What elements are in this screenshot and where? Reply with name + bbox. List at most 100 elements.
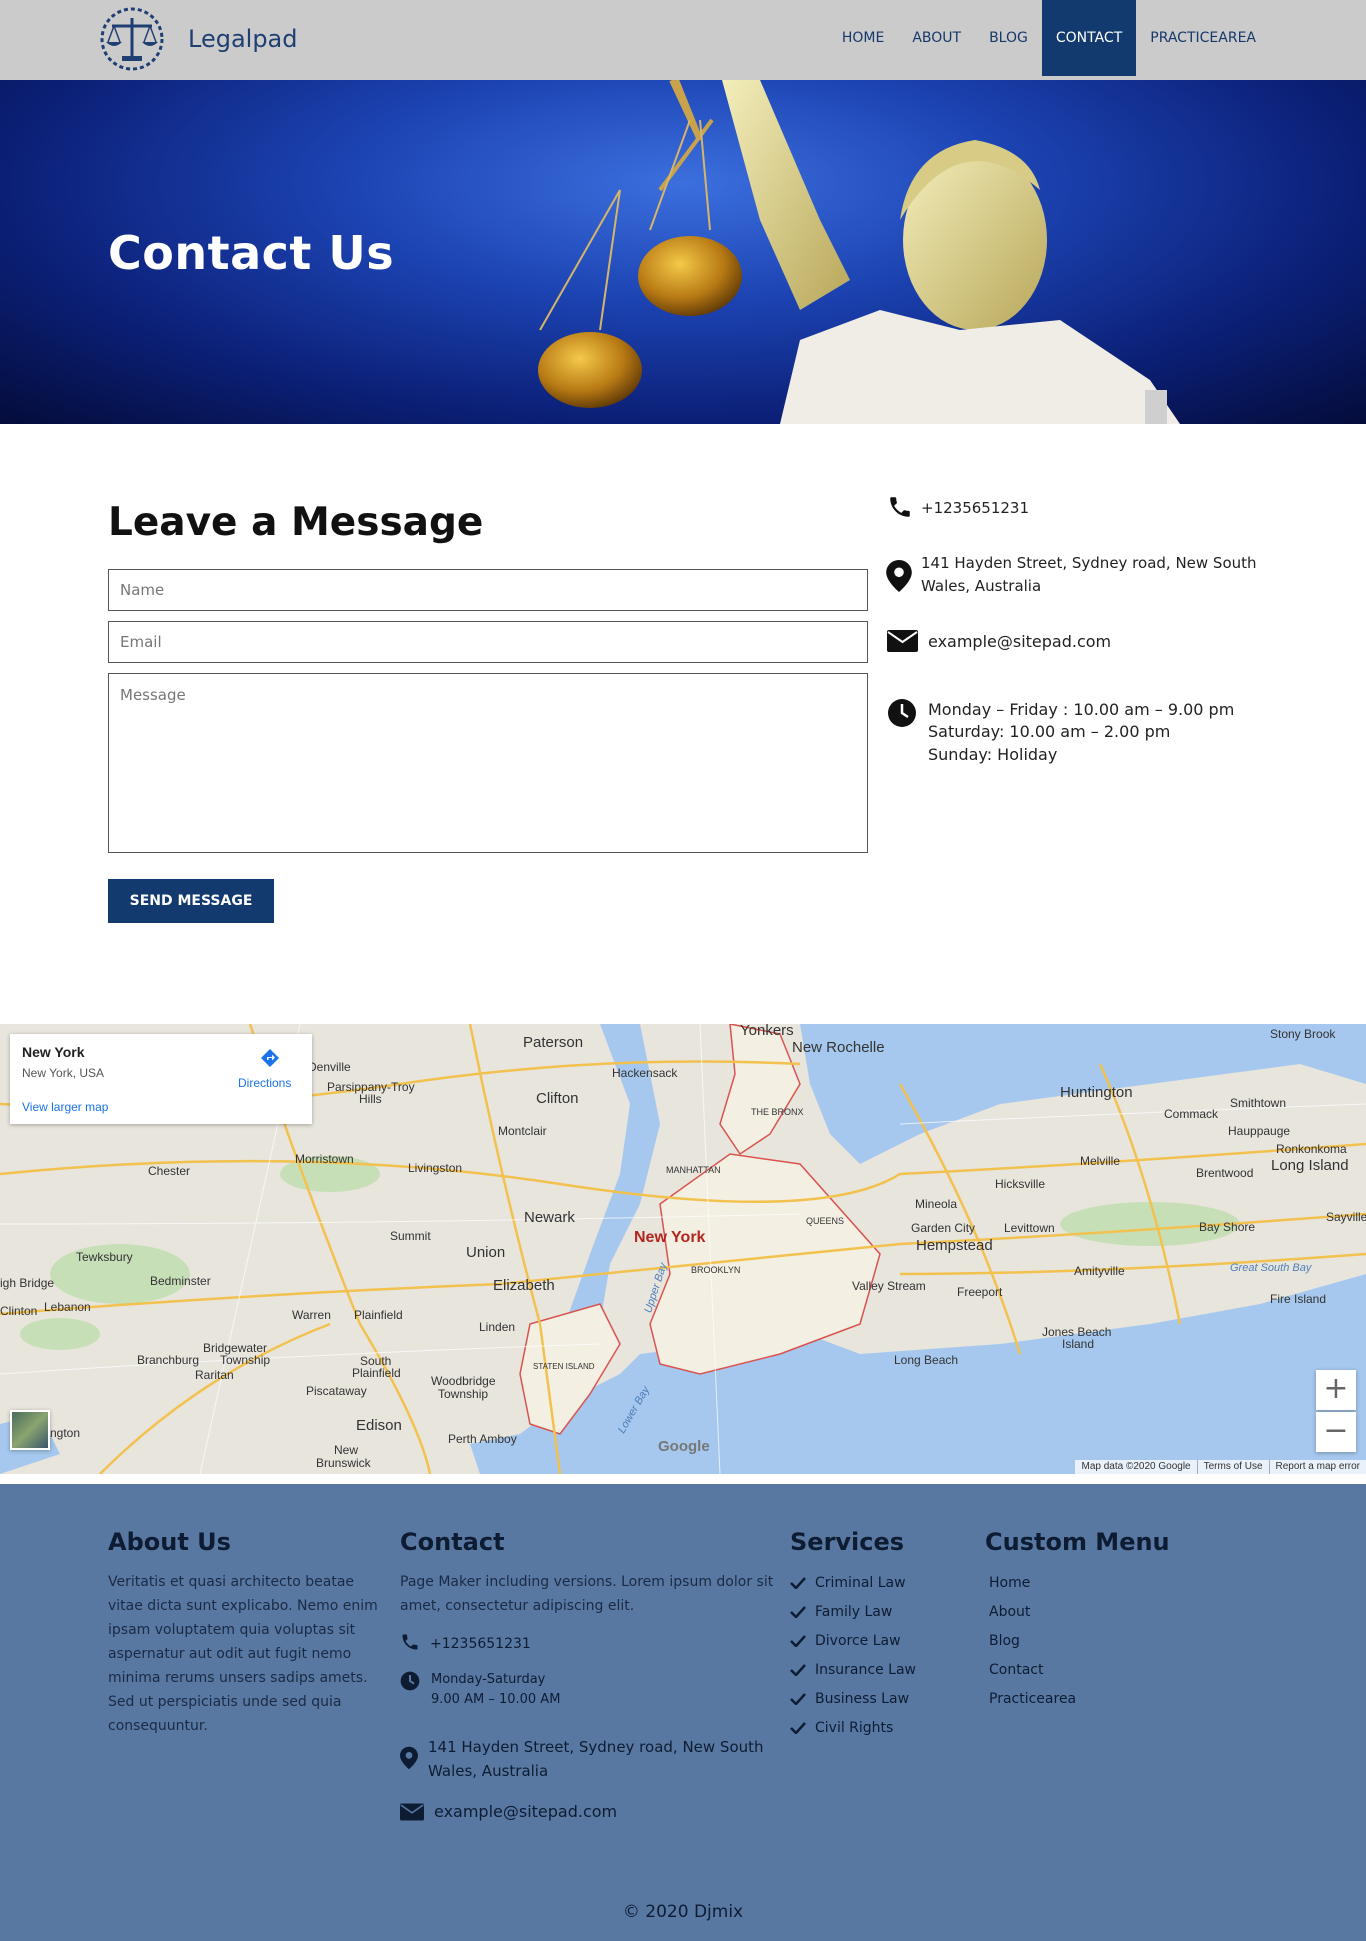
map-label-lebanon: Lebanon: [44, 1300, 91, 1314]
map-label-clifton: Clifton: [536, 1090, 579, 1107]
directions-icon[interactable]: [258, 1046, 282, 1070]
service-item[interactable]: Civil Rights: [790, 1713, 916, 1742]
google-map[interactable]: Yonkers Paterson New Rochelle Stony Broo…: [0, 1024, 1366, 1474]
check-icon: [790, 1634, 806, 1647]
nav-home[interactable]: HOME: [828, 0, 898, 76]
map-place-title: New York: [22, 1044, 85, 1060]
service-item[interactable]: Criminal Law: [790, 1568, 916, 1597]
footer-menu-practicearea[interactable]: Practicearea: [989, 1684, 1076, 1713]
service-label: Insurance Law: [815, 1661, 916, 1678]
map-label-piscataway: Piscataway: [306, 1384, 367, 1398]
footer-envelope-icon: [400, 1803, 424, 1821]
directions-link[interactable]: Directions: [238, 1076, 291, 1090]
map-label-bridgewater-2: Township: [220, 1353, 271, 1367]
check-icon: [790, 1721, 806, 1734]
footer-contact-title: Contact: [400, 1528, 505, 1556]
footer-email[interactable]: example@sitepad.com: [434, 1801, 617, 1823]
footer-menu-blog[interactable]: Blog: [989, 1626, 1076, 1655]
service-item[interactable]: Insurance Law: [790, 1655, 916, 1684]
map-label-bedminster: Bedminster: [150, 1274, 211, 1288]
email-field[interactable]: [108, 621, 868, 663]
service-item[interactable]: Divorce Law: [790, 1626, 916, 1655]
map-label-linden: Linden: [479, 1320, 516, 1334]
nav-contact[interactable]: CONTACT: [1041, 0, 1137, 76]
service-item[interactable]: Family Law: [790, 1597, 916, 1626]
map-label-stony-brook: Stony Brook: [1270, 1027, 1336, 1041]
map-label-levittown: Levittown: [1004, 1221, 1055, 1235]
map-label-raritan: Raritan: [195, 1368, 234, 1382]
map-label-brooklyn: BROOKLYN: [691, 1265, 741, 1275]
map-label-ronkonkoma: Ronkonkoma: [1276, 1142, 1347, 1156]
satellite-toggle-button[interactable]: [10, 1410, 50, 1450]
map-label-new-york: New York: [634, 1229, 706, 1246]
map-label-the-bronx: THE BRONX: [751, 1107, 804, 1117]
footer-hours-line1: Monday-Saturday: [431, 1672, 546, 1687]
map-label-great-south-bay: Great South Bay: [1230, 1262, 1312, 1274]
page-title: Contact Us: [108, 226, 395, 280]
nav-about[interactable]: ABOUT: [898, 0, 975, 76]
map-label-newark: Newark: [524, 1209, 575, 1226]
map-label-woodbridge-1: Woodbridge: [431, 1374, 496, 1388]
footer-menu-list: Home About Blog Contact Practicearea: [989, 1568, 1076, 1713]
service-item[interactable]: Business Law: [790, 1684, 916, 1713]
map-label-new-brunswick-1: New: [334, 1443, 359, 1457]
map-label-south-plainfield-2: Plainfield: [352, 1366, 401, 1380]
footer-about-text: Veritatis et quasi architecto beatae vit…: [108, 1574, 378, 1734]
map-label-summit: Summit: [390, 1229, 431, 1243]
map-label-hackensack: Hackensack: [612, 1066, 678, 1080]
zoom-out-button[interactable]: −: [1316, 1412, 1356, 1452]
nav-blog[interactable]: BLOG: [975, 0, 1042, 76]
map-label-chester: Chester: [148, 1164, 191, 1178]
map-label-commack: Commack: [1164, 1107, 1219, 1121]
message-field[interactable]: [108, 673, 868, 853]
map-label-warren: Warren: [292, 1308, 331, 1322]
map-label-livingston: Livingston: [408, 1161, 463, 1175]
map-label-denville: Denville: [308, 1060, 351, 1074]
contact-address-line1: 141 Hayden Street, Sydney road, New Sout…: [921, 554, 1257, 572]
envelope-icon: [887, 630, 918, 652]
map-label-garden-city: Garden City: [911, 1221, 976, 1235]
map-attribution: Map data ©2020 Google Terms of Use Repor…: [1075, 1460, 1366, 1474]
footer-menu-about[interactable]: About: [989, 1597, 1076, 1626]
contact-hours-weekday: Monday – Friday : 10.00 am – 9.00 pm: [928, 700, 1235, 719]
footer-map-pin-icon: [400, 1746, 418, 1770]
map-label-amityville: Amityville: [1074, 1264, 1125, 1278]
contact-address-line2: Wales, Australia: [921, 577, 1042, 595]
map-label-plainfield: Plainfield: [354, 1308, 403, 1322]
name-field[interactable]: [108, 569, 868, 611]
footer-services-list: Criminal Law Family Law Divorce Law Insu…: [790, 1568, 916, 1742]
map-report-error-link[interactable]: Report a map error: [1268, 1460, 1366, 1474]
map-label-yonkers: Yonkers: [740, 1024, 794, 1039]
map-label-long-beach: Long Beach: [894, 1353, 959, 1367]
map-label-high-bridge: igh Bridge: [0, 1276, 55, 1290]
nav-practicearea[interactable]: PRACTICEAREA: [1136, 0, 1270, 76]
map-label-melville: Melville: [1080, 1154, 1121, 1168]
map-terms-link[interactable]: Terms of Use: [1196, 1460, 1269, 1474]
check-icon: [790, 1663, 806, 1676]
send-message-button[interactable]: SEND MESSAGE: [108, 879, 274, 923]
map-label-new-rochelle: New Rochelle: [792, 1039, 885, 1056]
footer-menu-contact[interactable]: Contact: [989, 1655, 1076, 1684]
view-larger-map-link[interactable]: View larger map: [22, 1100, 108, 1114]
map-label-staten-island: STATEN ISLAND: [533, 1362, 595, 1371]
scales-logo-icon[interactable]: [96, 6, 168, 72]
map-label-long-island: Long Island: [1271, 1157, 1349, 1174]
map-label-paterson: Paterson: [523, 1034, 584, 1051]
map-label-hempstead: Hempstead: [916, 1237, 993, 1254]
footer-menu-home[interactable]: Home: [989, 1568, 1076, 1597]
site-footer: About Us Veritatis et quasi architecto b…: [0, 1484, 1366, 1941]
map-pin-icon: [886, 560, 912, 592]
zoom-in-button[interactable]: +: [1316, 1370, 1356, 1410]
brand-name[interactable]: Legalpad: [188, 25, 298, 53]
main-nav: HOME ABOUT BLOG CONTACT PRACTICEAREA: [828, 0, 1270, 76]
contact-email[interactable]: example@sitepad.com: [928, 630, 1111, 653]
map-label-smithtown: Smithtown: [1230, 1096, 1287, 1110]
footer-menu-title: Custom Menu: [985, 1528, 1170, 1556]
map-label-manhattan: MANHATTAN: [666, 1165, 721, 1175]
map-label-woodbridge-2: Township: [438, 1387, 489, 1401]
contact-hours-sunday: Sunday: Holiday: [928, 745, 1058, 764]
map-label-branchburg: Branchburg: [137, 1353, 200, 1367]
service-label: Criminal Law: [815, 1574, 906, 1591]
footer-hours-line2: 9.00 AM – 10.00 AM: [431, 1692, 561, 1707]
map-label-elizabeth: Elizabeth: [493, 1277, 555, 1294]
